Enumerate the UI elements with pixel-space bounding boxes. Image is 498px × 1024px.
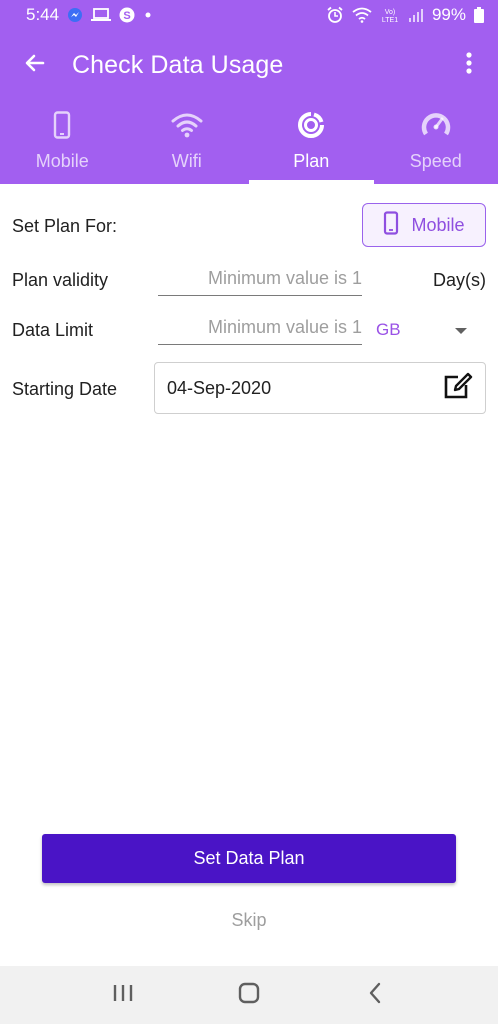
- wifi-icon: [171, 108, 203, 142]
- tab-wifi[interactable]: Wifi: [125, 100, 250, 184]
- starting-date-label: Starting Date: [12, 379, 118, 399]
- plan-validity-label: Plan validity: [12, 270, 109, 290]
- more-vert-icon: [466, 51, 472, 79]
- edit-icon[interactable]: [443, 372, 473, 405]
- set-data-plan-button[interactable]: Set Data Plan: [42, 834, 456, 883]
- speedometer-icon: [421, 108, 451, 142]
- data-limit-input[interactable]: [158, 311, 362, 344]
- phone-icon: [383, 210, 399, 240]
- wifi-icon: [352, 7, 372, 23]
- plan-mode-button[interactable]: Mobile: [362, 203, 486, 247]
- tab-plan[interactable]: Plan: [249, 100, 374, 184]
- phone-icon: [52, 108, 72, 142]
- back-icon: [368, 982, 382, 1009]
- data-unit-value: GB: [376, 320, 401, 339]
- messenger-icon: [67, 7, 83, 23]
- data-unit-dropdown[interactable]: GB: [376, 316, 468, 344]
- back-button[interactable]: [0, 30, 70, 100]
- plan-validity-field[interactable]: [158, 262, 362, 296]
- app-bar: Check Data Usage: [0, 30, 498, 100]
- arrow-left-icon: [23, 51, 47, 80]
- tab-mobile-label: Mobile: [35, 151, 89, 171]
- starting-date-field[interactable]: 04-Sep-2020: [154, 362, 486, 414]
- page-title: Check Data Usage: [72, 50, 284, 79]
- tab-speed-label: Speed: [409, 151, 462, 171]
- data-limit-label: Data Limit: [12, 320, 94, 340]
- laptop-icon: [91, 8, 112, 22]
- tab-bar: Mobile Wifi Plan Speed: [0, 100, 498, 184]
- tab-plan-label: Plan: [293, 151, 330, 171]
- status-time: 5:44: [26, 5, 60, 24]
- battery-icon: [474, 7, 484, 23]
- tab-mobile[interactable]: Mobile: [0, 100, 125, 184]
- status-bar: 5:44 S Vo) LTE1 99%: [0, 0, 498, 30]
- plan-icon: [297, 108, 325, 142]
- set-plan-for-label: Set Plan For:: [12, 216, 118, 236]
- nav-back-button[interactable]: [345, 966, 405, 1024]
- plan-mode-label: Mobile: [411, 214, 465, 235]
- recents-icon: [112, 983, 134, 1008]
- dot-icon: [143, 10, 153, 20]
- skip-link[interactable]: Skip: [0, 910, 498, 931]
- plan-validity-input[interactable]: [158, 262, 362, 295]
- recents-button[interactable]: [93, 966, 153, 1024]
- overflow-menu-button[interactable]: [454, 48, 484, 82]
- data-limit-field[interactable]: [158, 311, 362, 345]
- svg-text:LTE1: LTE1: [382, 17, 398, 24]
- svg-text:S: S: [123, 10, 130, 22]
- battery-percent: 99%: [431, 5, 466, 24]
- home-icon: [238, 982, 260, 1009]
- home-button[interactable]: [219, 966, 279, 1024]
- signal-icon: [408, 7, 424, 23]
- tab-speed[interactable]: Speed: [374, 100, 498, 184]
- dropdown-arrow-icon: [454, 320, 468, 340]
- skype-icon: S: [119, 7, 135, 23]
- svg-text:Vo): Vo): [385, 9, 396, 16]
- plan-validity-unit: Day(s): [433, 270, 486, 290]
- starting-date-value: 04-Sep-2020: [167, 377, 272, 398]
- volte-lte-icon: Vo) LTE1: [380, 6, 400, 24]
- tab-wifi-label: Wifi: [171, 151, 202, 171]
- alarm-icon: [326, 6, 344, 24]
- system-nav-bar: [0, 966, 498, 1024]
